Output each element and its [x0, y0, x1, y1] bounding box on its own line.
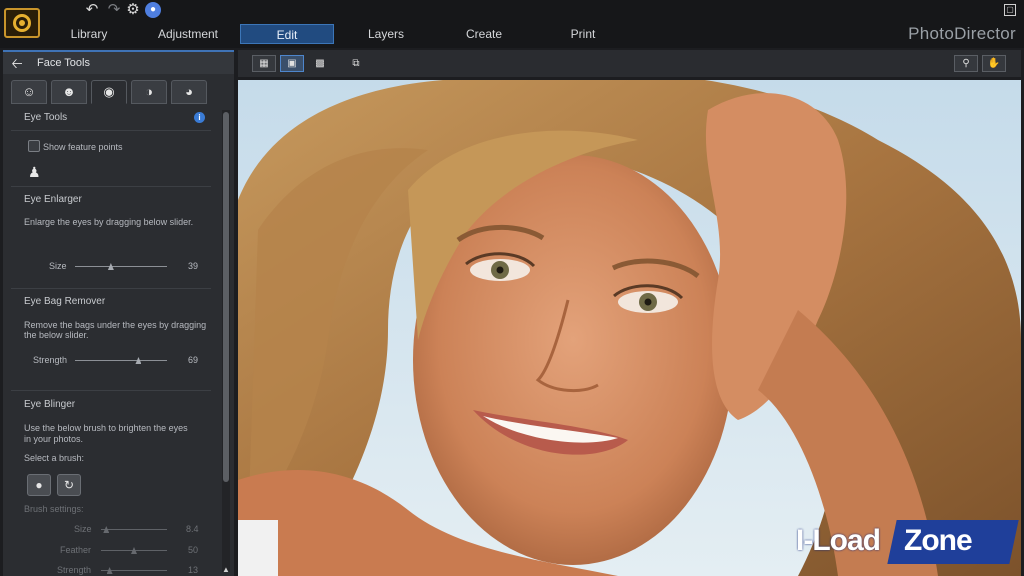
- brush-size-value: 8.4: [186, 524, 199, 534]
- brush-size-label: Size: [74, 524, 92, 534]
- select-brush-label: Select a brush:: [24, 453, 85, 463]
- show-feature-points-checkbox[interactable]: [28, 140, 40, 152]
- brush-paint-icon[interactable]: ●: [27, 474, 51, 496]
- tab-edit[interactable]: Edit: [240, 24, 334, 44]
- eye-enlarger-size-slider[interactable]: [75, 266, 167, 267]
- panel-title: Face Tools: [37, 57, 90, 69]
- tab-create[interactable]: Create: [437, 24, 531, 44]
- brand-name: PhotoDirector: [908, 24, 1016, 43]
- single-view-icon[interactable]: ▣: [280, 55, 304, 72]
- eye-enlarger-size-value: 39: [188, 261, 199, 271]
- notification-bell-icon[interactable]: ●: [145, 2, 161, 18]
- divider: [11, 390, 211, 391]
- eye-bag-strength-slider[interactable]: [75, 360, 167, 361]
- add-feature-point-icon[interactable]: ♟: [28, 164, 41, 181]
- panel-header: 🡠 Face Tools: [3, 52, 234, 74]
- info-icon[interactable]: i: [194, 112, 205, 123]
- divider: [11, 186, 211, 187]
- fit-screen-icon[interactable]: ⧉: [344, 55, 368, 72]
- eye-blinger-description-2: in your photos.: [24, 434, 84, 444]
- eye-blinger-heading: Eye Blinger: [24, 399, 76, 410]
- lips-tab-icon[interactable]: ◕: [171, 80, 207, 104]
- photodirector-window: ↶ ↷ ⚙ ● Library Adjustment Edit Layers C…: [0, 0, 1024, 576]
- eye-bag-remover-description-1: Remove the bags under the eyes by draggi…: [24, 320, 207, 330]
- photo-canvas[interactable]: [238, 80, 1021, 576]
- eye-tab-icon[interactable]: ◉: [91, 80, 127, 104]
- brush-feather-label: Feather: [60, 545, 92, 555]
- eye-enlarger-size-label: Size: [49, 261, 67, 271]
- brush-size-slider[interactable]: [101, 529, 167, 530]
- view-toolbar: ▦ ▣ ▩ ⧉ ⚲ ✋: [238, 50, 1021, 77]
- zoom-magnifier-icon[interactable]: ⚲: [954, 55, 978, 72]
- scrollbar-thumb[interactable]: [223, 112, 229, 482]
- back-arrow-icon[interactable]: 🡠: [3, 52, 31, 74]
- redo-icon[interactable]: ↷: [106, 2, 122, 18]
- eye-enlarger-heading: Eye Enlarger: [24, 194, 82, 205]
- brush-feather-value: 50: [188, 545, 199, 555]
- tab-layers[interactable]: Layers: [339, 24, 433, 44]
- watermark-logo: I-Load Zone: [796, 520, 1019, 564]
- eye-blinger-description-1: Use the below brush to brighten the eyes: [24, 423, 188, 433]
- settings-gear-icon[interactable]: ⚙: [125, 2, 141, 18]
- brush-erase-icon[interactable]: ↻: [57, 474, 81, 496]
- scroll-up-arrow-icon[interactable]: ▲: [222, 566, 230, 574]
- compare-view-icon[interactable]: ▦: [252, 55, 276, 72]
- top-bar: ↶ ↷ ⚙ ● Library Adjustment Edit Layers C…: [0, 0, 1024, 48]
- eye-bag-strength-value: 69: [188, 355, 199, 365]
- tab-print[interactable]: Print: [536, 24, 630, 44]
- divider: [11, 288, 211, 289]
- brush-strength-value: 13: [188, 565, 199, 575]
- face-tools-panel: 🡠 Face Tools ☺ ☻ ◉ ◑ ◕ Eye Tools i Show …: [3, 50, 234, 576]
- divider: [11, 130, 211, 131]
- brush-settings-label: Brush settings:: [24, 504, 84, 514]
- watermark-text-left: I-Load: [796, 524, 881, 557]
- brush-strength-label: Strength: [57, 565, 92, 575]
- eye-bag-strength-label: Strength: [33, 355, 68, 365]
- grid-view-icon[interactable]: ▩: [308, 55, 332, 72]
- panel-scrollbar[interactable]: [222, 110, 230, 572]
- tab-adjustment[interactable]: Adjustment: [141, 24, 235, 44]
- eye-enlarger-description: Enlarge the eyes by dragging below slide…: [24, 217, 194, 227]
- eye-bag-remover-description-2: the below slider.: [24, 330, 89, 340]
- eye-bag-remover-heading: Eye Bag Remover: [24, 296, 106, 307]
- portrait-photo: [238, 80, 1021, 576]
- app-logo-icon[interactable]: [4, 8, 40, 38]
- eye-tools-heading: Eye Tools: [24, 112, 68, 123]
- face-detail-tab-icon[interactable]: ☻: [51, 80, 87, 104]
- eyelid-tab-icon[interactable]: ◑: [131, 80, 167, 104]
- watermark-text-right: Zone: [904, 524, 973, 557]
- face-shape-tab-icon[interactable]: ☺: [11, 80, 47, 104]
- undo-icon[interactable]: ↶: [84, 2, 100, 18]
- pan-hand-icon[interactable]: ✋: [982, 55, 1006, 72]
- tab-library[interactable]: Library: [42, 24, 136, 44]
- restore-window-icon[interactable]: ▢: [1004, 4, 1016, 16]
- show-feature-points-label: Show feature points: [43, 142, 123, 152]
